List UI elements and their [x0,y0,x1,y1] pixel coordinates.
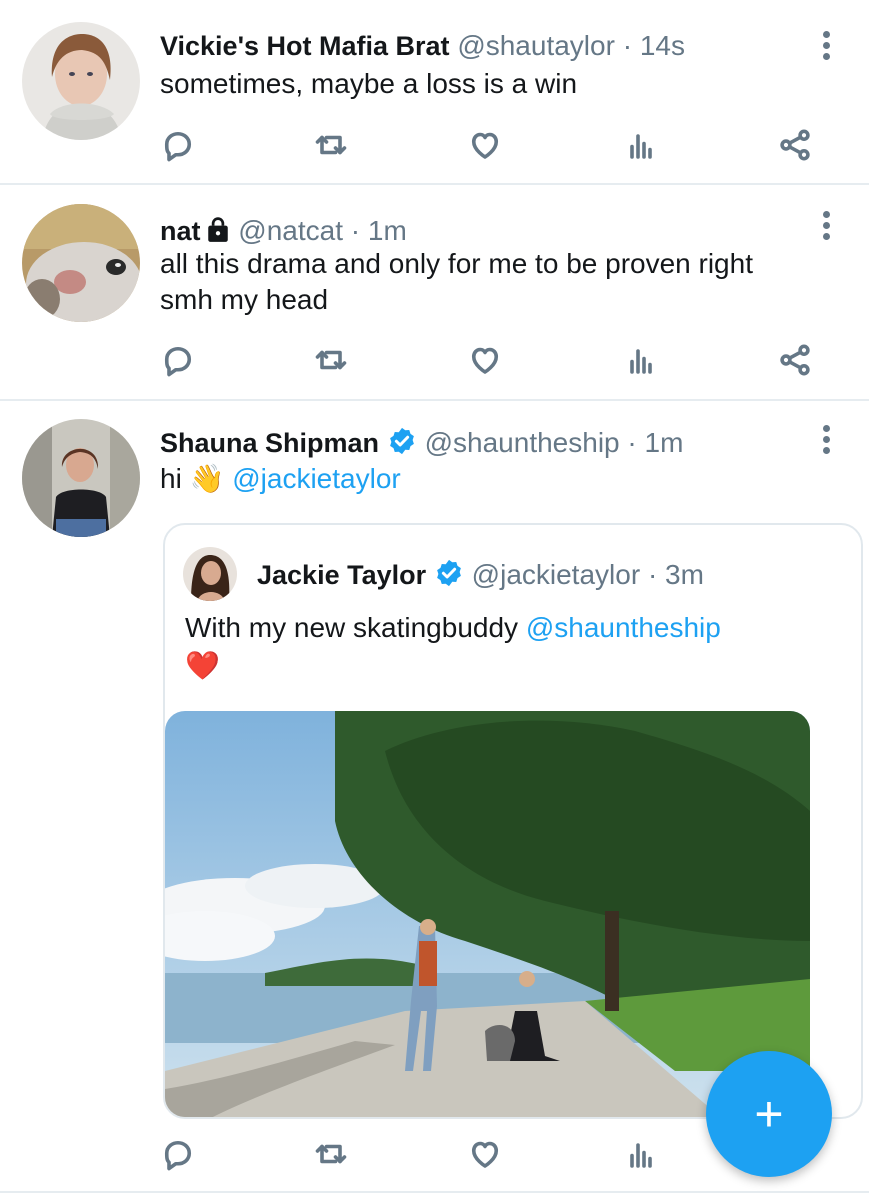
quoted-tweet-text: With my new skatingbuddy @shauntheship ❤… [185,609,825,685]
more-icon[interactable] [821,31,831,65]
heart-emoji: ❤️ [185,650,220,681]
reply-icon[interactable] [160,127,200,167]
timestamp[interactable]: 1m [645,427,684,458]
timestamp[interactable]: 1m [368,215,407,246]
compose-icon: + [754,1086,784,1142]
separator: · [647,559,658,590]
more-icon[interactable] [821,211,831,245]
share-icon[interactable] [777,342,817,382]
verified-icon [389,427,414,455]
tweet-text-line: smh my head [160,284,329,315]
reply-icon[interactable] [160,342,200,382]
avatar[interactable] [22,204,140,322]
quoted-author-name[interactable]: Jackie Taylor [257,560,426,590]
quoted-author-handle[interactable]: @jackietaylor [472,559,640,590]
action-bar [160,342,820,382]
mention-link[interactable]: @jackietaylor [232,463,400,494]
tweet-2[interactable]: nat @natcat · 1m all this drama and only… [0,185,869,401]
retweet-icon[interactable] [313,1136,353,1176]
quoted-avatar[interactable] [183,547,237,601]
author-name[interactable]: nat [160,216,201,246]
like-icon[interactable] [467,342,507,382]
retweet-icon[interactable] [313,342,353,382]
quoted-tweet[interactable]: Jackie Taylor @jackietaylor · 3m With my… [163,523,863,1119]
timestamp[interactable]: 14s [640,30,685,61]
separator: · [350,215,361,246]
compose-button[interactable]: + [706,1051,832,1177]
share-icon[interactable] [777,127,817,167]
like-icon[interactable] [467,1136,507,1176]
lock-icon [207,217,228,242]
timestamp[interactable]: 3m [665,559,704,590]
tweet-text-prefix: hi [160,463,182,494]
wave-emoji: 👋 [189,463,225,494]
tweet-text-line: all this drama and only for me to be pro… [160,248,753,279]
analytics-icon[interactable] [623,1136,663,1176]
tweet-text: all this drama and only for me to be pro… [160,246,850,318]
author-name[interactable]: Vickie's Hot Mafia Brat [160,31,450,61]
separator: · [627,427,637,458]
author-handle[interactable]: @natcat [238,215,343,246]
like-icon[interactable] [467,127,507,167]
analytics-icon[interactable] [623,127,663,167]
mention-link[interactable]: @shauntheship [526,612,721,643]
quoted-text-prefix: With my new skatingbuddy [185,612,519,643]
avatar[interactable] [22,22,140,140]
action-bar [160,127,820,167]
retweet-icon[interactable] [313,127,353,167]
analytics-icon[interactable] [623,342,663,382]
separator: · [622,30,633,61]
tweet-1[interactable]: Vickie's Hot Mafia Brat @shautaylor · 14… [0,0,869,185]
author-handle[interactable]: @shauntheship [425,427,620,458]
reply-icon[interactable] [160,1136,200,1176]
author-name[interactable]: Shauna Shipman [160,428,379,458]
tweet-text: sometimes, maybe a loss is a win [160,68,578,99]
more-icon[interactable] [821,425,831,459]
verified-icon [437,559,461,587]
tweet-text: hi 👋 @jackietaylor [160,461,850,497]
avatar[interactable] [22,419,140,537]
author-handle[interactable]: @shautaylor [457,30,615,61]
